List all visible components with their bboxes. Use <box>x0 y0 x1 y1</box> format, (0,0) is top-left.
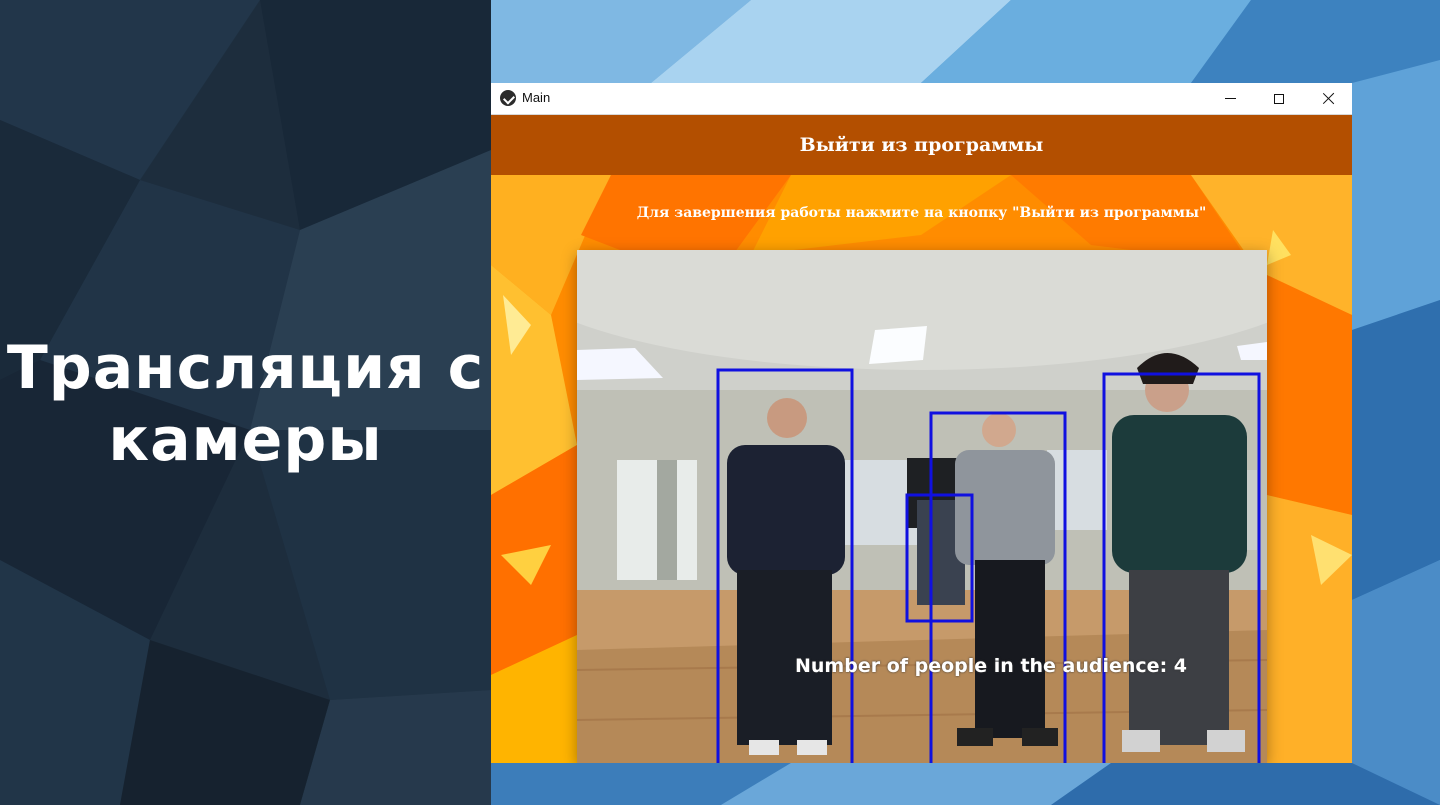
camera-image <box>577 250 1267 763</box>
slide-panel: Трансляция с камеры <box>0 0 491 805</box>
close-icon <box>1322 92 1335 105</box>
exit-button[interactable]: Выйти из программы <box>491 115 1352 175</box>
minimize-button[interactable] <box>1205 83 1255 114</box>
window-title: Main <box>522 90 551 105</box>
app-content: Выйти из программы Для завершения работы… <box>491 115 1352 763</box>
minimize-icon <box>1224 98 1236 99</box>
window-titlebar[interactable]: Main <box>491 83 1352 115</box>
people-count-overlay: Number of people in the audience: 4 <box>795 655 1188 677</box>
slide-title: Трансляция с камеры <box>6 333 485 475</box>
app-window: Main Выйти из программы Для завершения р… <box>491 83 1352 763</box>
app-logo-icon <box>500 90 516 106</box>
maximize-icon <box>1274 93 1284 104</box>
camera-feed: Number of people in the audience: 4 <box>577 250 1267 763</box>
close-button[interactable] <box>1303 83 1352 114</box>
maximize-button[interactable] <box>1254 83 1304 114</box>
hint-text: Для завершения работы нажмите на кнопку … <box>636 205 1207 221</box>
